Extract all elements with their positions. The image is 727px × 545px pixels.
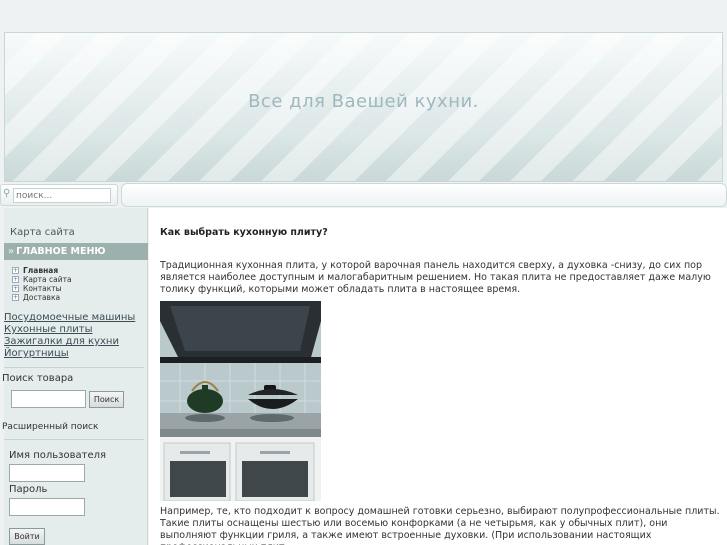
search-bar: ⚲ — [0, 182, 727, 208]
category-stoves[interactable]: Кухонные плиты — [4, 324, 93, 335]
product-search-heading: Поиск товара — [2, 373, 74, 384]
username-label: Имя пользователя — [9, 450, 107, 461]
menu-item-home[interactable]: + Главная — [12, 266, 72, 275]
kitchen-stove-photo — [160, 301, 321, 501]
plus-icon: + — [12, 294, 19, 301]
site-title: Все для Ваешей кухни. — [248, 91, 479, 112]
search-input[interactable] — [13, 188, 111, 203]
sitemap-link[interactable]: Карта сайта — [10, 227, 75, 238]
advanced-search-link[interactable]: Расширенный поиск — [2, 422, 98, 432]
top-navigation — [121, 183, 727, 207]
stove-illustration — [160, 301, 321, 501]
product-search-input[interactable] — [11, 390, 86, 408]
divider — [4, 439, 144, 440]
article-paragraph: Традиционная кухонная плита, у которой в… — [160, 260, 711, 295]
main-menu-title: ГЛАВНОЕ МЕНЮ — [16, 246, 106, 257]
plus-icon: + — [12, 267, 19, 274]
category-yogurt-makers[interactable]: Йогуртницы — [4, 348, 69, 359]
menu-item-contacts[interactable]: + Контакты — [12, 284, 72, 293]
article-title: Как выбрать кухонную плиту? — [160, 227, 328, 238]
main-content: Как выбрать кухонную плиту? Традиционная… — [149, 208, 727, 545]
login-button[interactable]: Войти — [9, 528, 45, 545]
category-lighters[interactable]: Зажигалки для кухни — [4, 336, 119, 347]
main-menu: + Главная + Карта сайта + Контакты + Доставк… — [12, 266, 72, 302]
divider — [4, 367, 144, 368]
password-label: Пароль — [9, 484, 48, 495]
password-field[interactable] — [9, 498, 85, 516]
menu-item-delivery[interactable]: + Доставка — [12, 293, 72, 302]
plus-icon: + — [12, 276, 19, 283]
username-field[interactable] — [9, 464, 85, 482]
sidebar: Карта сайта » ГЛАВНОЕ МЕНЮ + Главная + Карт… — [2, 208, 148, 545]
search-box: ⚲ — [0, 184, 118, 206]
site-header: Все для Ваешей кухни. — [4, 32, 723, 182]
search-icon: ⚲ — [3, 188, 11, 199]
article-paragraph: Например, те, кто подходит к вопросу дом… — [160, 506, 720, 545]
plus-icon: + — [12, 285, 19, 292]
arrow-icon: » — [8, 246, 15, 257]
product-search-button[interactable]: Поиск — [89, 391, 124, 408]
main-menu-header: » ГЛАВНОЕ МЕНЮ — [4, 243, 148, 260]
category-dishwashers[interactable]: Посудомоечные машины — [4, 312, 135, 323]
menu-item-sitemap[interactable]: + Карта сайта — [12, 275, 72, 284]
